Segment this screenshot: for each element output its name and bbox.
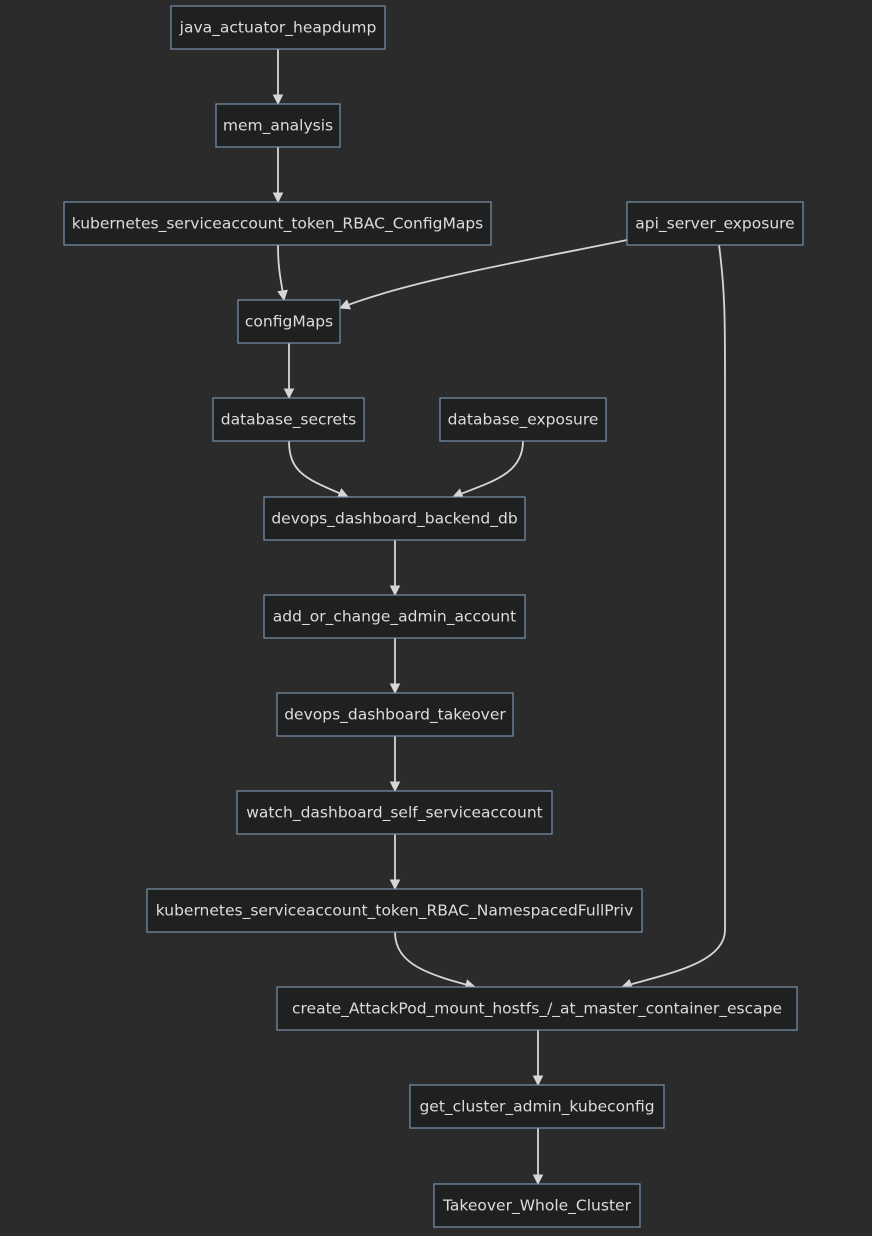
node-kubernetes_serviceaccount_token_RBAC_ConfigMaps[interactable]: kubernetes_serviceaccount_token_RBAC_Con… [63,201,492,246]
edge-api_server_exposure-to-configMaps [338,239,628,310]
node-create_AttackPod_mount_hostfs_at_master_container_escape[interactable]: create_AttackPod_mount_hostfs_/_at_maste… [276,986,798,1031]
node-label: devops_dashboard_backend_db [271,510,517,529]
node-java_actuator_heapdump[interactable]: java_actuator_heapdump [170,5,386,50]
node-label: Takeover_Whole_Cluster [442,1197,632,1216]
node-label: kubernetes_serviceaccount_token_RBAC_Con… [72,215,484,234]
node-configMaps[interactable]: configMaps [237,299,341,344]
node-label: api_server_exposure [635,215,794,234]
attack-path-flowchart: java_actuator_heapdump mem_analysiskubern… [63,5,804,1228]
node-label: kubernetes_serviceaccount_token_RBAC_Nam… [156,902,634,921]
node-devops_dashboard_backend_db[interactable]: devops_dashboard_backend_db [263,496,526,541]
node-label: get_cluster_admin_kubeconfig [419,1098,654,1117]
node-Takeover_Whole_Cluster[interactable]: Takeover_Whole_Cluster [433,1183,641,1228]
node-label: create_AttackPod_mount_hostfs_/_at_maste… [292,1000,782,1019]
node-devops_dashboard_takeover[interactable]: devops_dashboard_takeover [276,692,514,737]
node-label: mem_analysis [223,117,333,136]
edge-database_exposure-to-devops_dashboard_backend_db [451,440,524,499]
node-label: devops_dashboard_takeover [284,706,506,725]
edge-kubernetes_serviceaccount_token_RBAC_NamespacedFullPriv-to-create_AttackPod_mount_hostfs_at_master_container_escape [394,931,477,990]
node-database_exposure[interactable]: database_exposure [439,397,607,442]
node-database_secrets[interactable]: database_secrets [212,397,365,442]
edge-kubernetes_serviceaccount_token_RBAC_ConfigMaps-to-configMaps [277,244,288,302]
node-kubernetes_serviceaccount_token_RBAC_NamespacedFullPriv[interactable]: kubernetes_serviceaccount_token_RBAC_Nam… [146,888,643,933]
nodes-layer: java_actuator_heapdump mem_analysiskubern… [63,5,804,1228]
node-mem_analysis[interactable]: mem_analysis [215,103,341,148]
node-add_or_change_admin_account[interactable]: add_or_change_admin_account [263,594,526,639]
node-watch_dashboard_self_serviceaccount[interactable]: watch_dashboard_self_serviceaccount [236,790,553,835]
node-get_cluster_admin_kubeconfig[interactable]: get_cluster_admin_kubeconfig [409,1084,665,1129]
node-label: add_or_change_admin_account [273,608,516,627]
node-label: database_exposure [448,411,599,430]
node-label: java_actuator_heapdump [179,19,377,38]
node-label: configMaps [245,313,333,331]
edge-database_secrets-to-devops_dashboard_backend_db [288,440,349,498]
node-api_server_exposure[interactable]: api_server_exposure [626,201,804,246]
node-label: database_secrets [221,411,356,430]
node-label: watch_dashboard_self_serviceaccount [246,804,543,823]
edge-api_server_exposure-to-create_AttackPod_mount_hostfs_at_master_container_escape [620,244,726,990]
